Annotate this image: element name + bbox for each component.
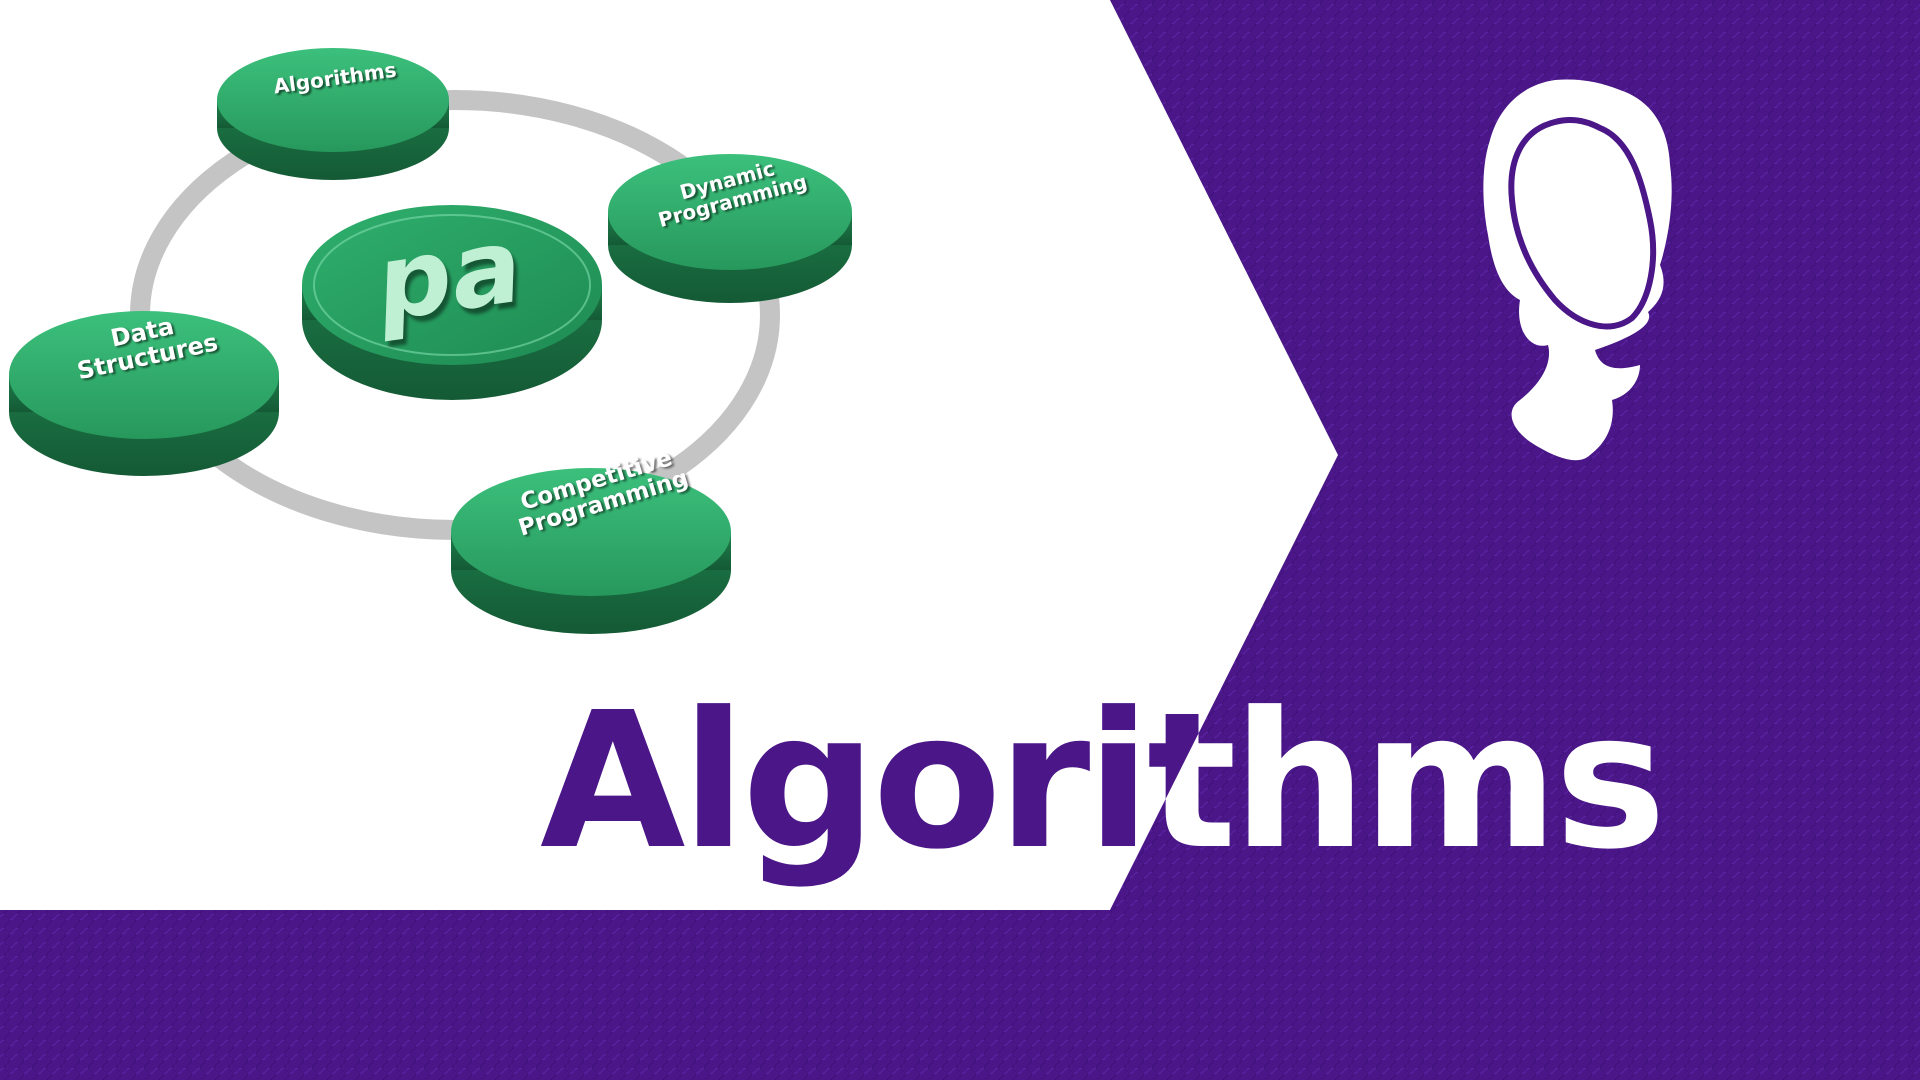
thumbnail: pa Algorithms Dynamic Programming Data S… [0, 0, 1920, 1080]
